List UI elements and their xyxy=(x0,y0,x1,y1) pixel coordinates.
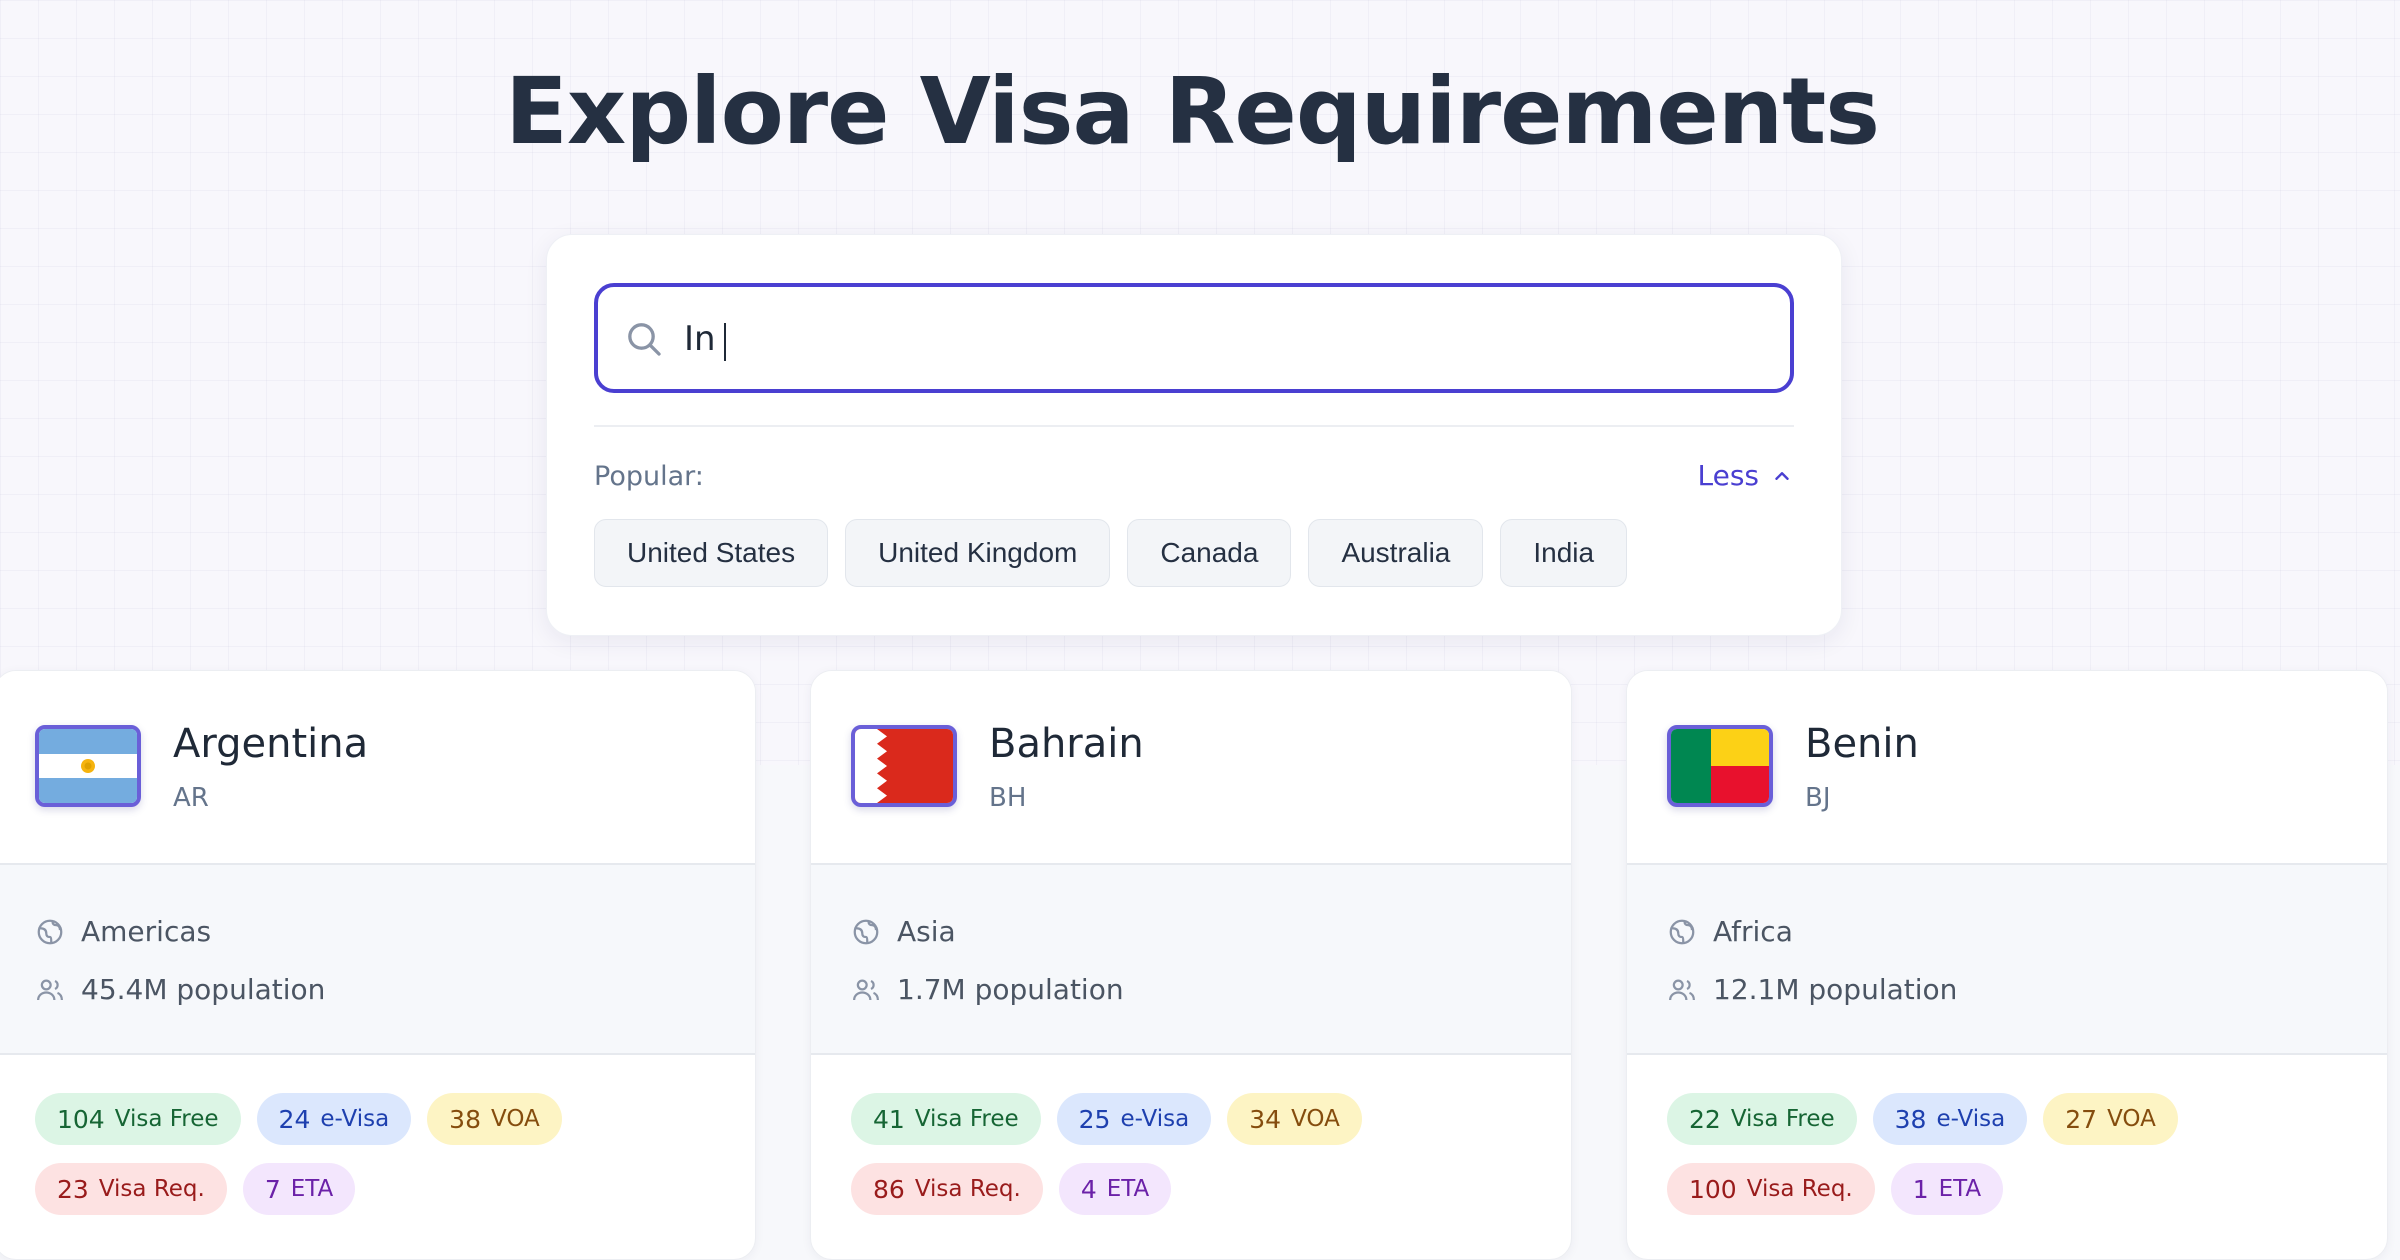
divider xyxy=(594,425,1794,427)
country-card-header: Argentina AR xyxy=(0,671,755,863)
less-toggle-label: Less xyxy=(1697,459,1759,492)
badge-evisa: 38 e-Visa xyxy=(1872,1093,2028,1145)
region-label: Africa xyxy=(1713,915,1793,948)
country-card-bahrain[interactable]: Bahrain BH Asia 1.7M population 41 Visa F… xyxy=(810,670,1572,1260)
badge-eta: 1 ETA xyxy=(1890,1163,2004,1215)
region-row: Americas xyxy=(35,915,211,948)
visa-badges: 22 Visa Free 38 e-Visa 27 VOA 100 Visa Req. … xyxy=(1667,1093,2367,1233)
country-code: BJ xyxy=(1805,783,1831,813)
badge-visa-req: 23 Visa Req. xyxy=(35,1163,227,1215)
country-card-benin[interactable]: Benin BJ Africa 12.1M population 22 Visa … xyxy=(1626,670,2388,1260)
popular-label: Popular: xyxy=(594,461,704,492)
badge-visa-free: 104 Visa Free xyxy=(35,1093,241,1145)
bahrain-flag-icon xyxy=(851,725,957,807)
benin-flag-icon xyxy=(1667,725,1773,807)
users-icon xyxy=(1669,979,1695,1000)
badge-visa-free: 22 Visa Free xyxy=(1667,1093,1857,1145)
country-card-header: Benin BJ xyxy=(1627,671,2387,863)
country-code: AR xyxy=(173,783,209,813)
users-icon xyxy=(853,979,879,1000)
region-label: Asia xyxy=(897,915,956,948)
badge-evisa: 25 e-Visa xyxy=(1056,1093,1212,1145)
country-card-argentina[interactable]: Argentina AR Americas 45.4M population 1… xyxy=(0,670,756,1260)
less-toggle-button[interactable]: Less xyxy=(1697,459,1793,492)
popular-chip-india[interactable]: India xyxy=(1500,519,1628,587)
globe-icon xyxy=(853,919,879,944)
badge-evisa: 24 e-Visa xyxy=(256,1093,412,1145)
text-caret xyxy=(724,323,726,361)
visa-badges: 104 Visa Free 24 e-Visa 38 VOA 23 Visa Req. … xyxy=(35,1093,735,1233)
population-label: 1.7M population xyxy=(897,973,1124,1006)
badge-visa-req: 86 Visa Req. xyxy=(851,1163,1043,1215)
country-name: Benin xyxy=(1805,721,1919,767)
visa-badges: 41 Visa Free 25 e-Visa 34 VOA 86 Visa Req. 4… xyxy=(851,1093,1551,1233)
badge-voa: 27 VOA xyxy=(2043,1093,2178,1145)
popular-chip-australia[interactable]: Australia xyxy=(1308,519,1484,587)
users-icon xyxy=(37,979,63,1000)
badge-voa: 38 VOA xyxy=(427,1093,562,1145)
search-card: Popular: Less United States United Kingd… xyxy=(546,234,1842,636)
country-code: BH xyxy=(989,783,1027,813)
search-icon xyxy=(628,323,661,356)
badge-eta: 4 ETA xyxy=(1058,1163,1172,1215)
country-name: Argentina xyxy=(173,721,369,767)
badge-visa-free: 41 Visa Free xyxy=(851,1093,1041,1145)
badge-voa: 34 VOA xyxy=(1227,1093,1362,1145)
search-input[interactable] xyxy=(684,309,1764,369)
population-row: 45.4M population xyxy=(35,973,325,1006)
population-label: 12.1M population xyxy=(1713,973,1958,1006)
population-row: 12.1M population xyxy=(1667,973,1957,1006)
country-meta: Americas 45.4M population xyxy=(0,863,755,1055)
popular-chip-canada[interactable]: Canada xyxy=(1127,519,1292,587)
country-meta: Asia 1.7M population xyxy=(811,863,1571,1055)
page-title: Explore Visa Requirements xyxy=(505,58,1880,165)
region-row: Asia xyxy=(851,915,956,948)
region-row: Africa xyxy=(1667,915,1793,948)
region-label: Americas xyxy=(81,915,212,948)
country-name: Bahrain xyxy=(989,721,1144,767)
population-label: 45.4M population xyxy=(81,973,326,1006)
argentina-flag-icon xyxy=(35,725,141,807)
globe-icon xyxy=(1669,919,1695,944)
badge-eta: 7 ETA xyxy=(242,1163,356,1215)
popular-chip-united-kingdom[interactable]: United Kingdom xyxy=(845,519,1111,587)
popular-chip-united-states[interactable]: United States xyxy=(594,519,829,587)
search-box[interactable] xyxy=(594,283,1794,393)
country-meta: Africa 12.1M population xyxy=(1627,863,2387,1055)
badge-visa-req: 100 Visa Req. xyxy=(1667,1163,1875,1215)
chevron-up-icon xyxy=(1775,471,1789,480)
popular-chips: United States United Kingdom Canada Aust… xyxy=(594,519,1628,587)
country-grid: Argentina AR Americas 45.4M population 1… xyxy=(0,670,2400,1260)
globe-icon xyxy=(37,919,63,944)
population-row: 1.7M population xyxy=(851,973,1124,1006)
country-card-header: Bahrain BH xyxy=(811,671,1571,863)
